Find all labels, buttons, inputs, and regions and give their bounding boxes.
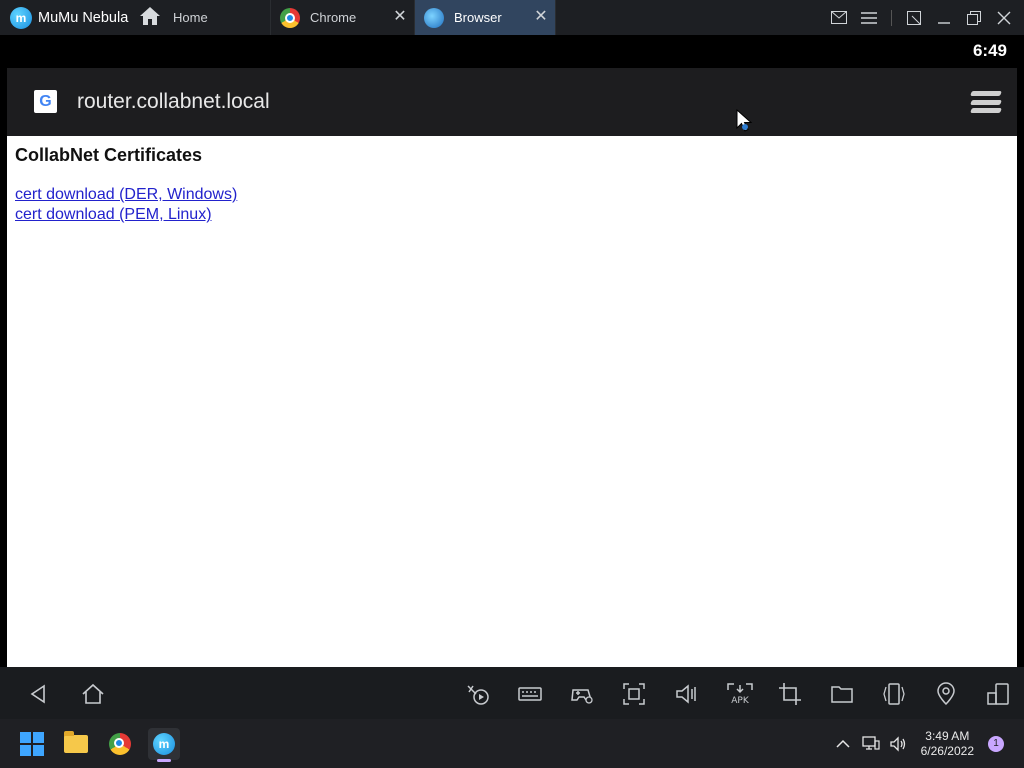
page-title: CollabNet Certificates xyxy=(15,145,203,165)
mumu-logo-icon: m xyxy=(10,6,32,29)
tab-home[interactable]: Home xyxy=(134,0,271,35)
divider xyxy=(891,9,892,26)
install-apk-icon[interactable]: APK xyxy=(726,682,754,706)
volume-icon[interactable] xyxy=(674,682,698,706)
clock-date: 6/26/2022 xyxy=(920,743,974,758)
mouse-cursor-icon xyxy=(736,109,753,132)
tab-chrome[interactable]: Chrome ✕ xyxy=(271,0,415,35)
chrome-taskbar-icon[interactable] xyxy=(104,728,136,760)
shake-icon[interactable] xyxy=(882,682,906,706)
close-tab-chrome-icon[interactable]: ✕ xyxy=(392,9,408,25)
tab-label: Browser xyxy=(454,10,502,25)
notification-badge[interactable]: 1 xyxy=(988,735,1004,752)
chrome-icon xyxy=(280,7,300,28)
browser-menu-icon[interactable] xyxy=(970,91,1002,113)
web-content: CollabNet Certificates cert download (DE… xyxy=(7,136,1017,667)
keyboard-icon[interactable] xyxy=(518,682,542,706)
status-time: 6:49 xyxy=(972,41,1007,60)
chevron-up-icon[interactable] xyxy=(833,734,853,754)
home-nav-icon[interactable] xyxy=(81,682,105,706)
fullscreen-icon[interactable] xyxy=(622,682,646,706)
tab-browser[interactable]: Browser ✕ xyxy=(415,0,556,35)
cert-download-pem-link[interactable]: cert download (PEM, Linux) xyxy=(15,205,1009,225)
emulator-toolbar: APK xyxy=(0,667,1024,719)
back-icon[interactable] xyxy=(27,682,51,706)
screen-record-icon[interactable] xyxy=(466,682,490,706)
app-name: MuMu Nebula xyxy=(38,9,129,26)
gamepad-icon[interactable] xyxy=(570,682,594,706)
crop-icon[interactable] xyxy=(778,682,802,706)
shrink-window-icon[interactable] xyxy=(906,10,922,26)
menu-icon[interactable] xyxy=(861,10,877,26)
network-icon[interactable] xyxy=(861,734,881,754)
close-tab-browser-icon[interactable]: ✕ xyxy=(533,9,549,25)
home-icon xyxy=(139,6,161,29)
emulator-titlebar: m MuMu Nebula Home Chrome ✕ Browser ✕ xyxy=(0,0,1024,35)
multi-window-icon[interactable] xyxy=(986,682,1010,706)
browser-toolbar: G router.collabnet.local xyxy=(7,68,1017,136)
clock-time: 3:49 AM xyxy=(925,728,970,743)
android-status-bar: 6:49 xyxy=(7,35,1017,68)
window-controls xyxy=(831,0,1024,35)
cert-download-der-link[interactable]: cert download (DER, Windows) xyxy=(15,185,1009,205)
system-tray: 3:49 AM 6/26/2022 1 xyxy=(833,719,1024,768)
tab-label: Home xyxy=(173,10,208,25)
mumu-taskbar-icon[interactable]: m xyxy=(148,728,180,762)
url-field[interactable]: router.collabnet.local xyxy=(77,90,270,114)
tab-label: Chrome xyxy=(310,10,357,25)
location-icon[interactable] xyxy=(934,682,958,706)
windows-taskbar: m 3:49 AM 6/26/2022 1 xyxy=(0,719,1024,768)
globe-icon xyxy=(424,7,444,28)
speaker-icon[interactable] xyxy=(889,734,909,754)
taskbar-clock[interactable]: 3:49 AM 6/26/2022 xyxy=(921,729,974,759)
close-window-icon[interactable] xyxy=(996,10,1012,26)
google-icon: G xyxy=(34,90,57,113)
windows-start-icon[interactable] xyxy=(16,728,48,760)
restore-icon[interactable] xyxy=(966,10,982,26)
file-explorer-icon[interactable] xyxy=(60,728,92,760)
folder-icon[interactable] xyxy=(830,682,854,706)
mail-icon[interactable] xyxy=(831,10,847,26)
minimize-icon[interactable] xyxy=(936,10,952,26)
app-brand: m MuMu Nebula xyxy=(0,0,134,35)
svg-text:APK: APK xyxy=(731,696,750,706)
